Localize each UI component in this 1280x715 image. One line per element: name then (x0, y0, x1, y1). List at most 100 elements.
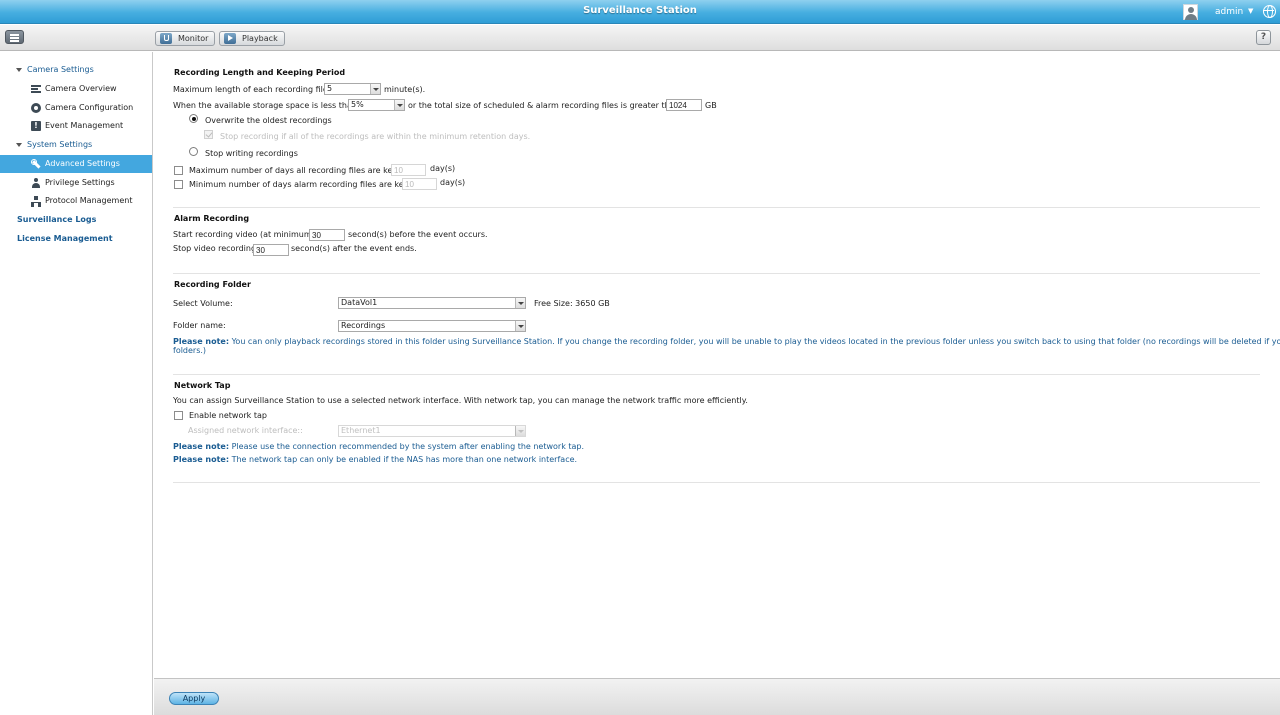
play-icon (224, 33, 236, 44)
sidebar-item-protocol-management[interactable]: Protocol Management (0, 192, 152, 210)
chevron-down-icon (394, 100, 404, 110)
storage-threshold-value: 5% (351, 100, 364, 109)
max-days-unit: day(s) (430, 164, 456, 173)
assigned-interface-label: Assigned network interface:: (188, 426, 303, 435)
main-menu-button[interactable] (5, 30, 24, 44)
note-text: The network tap can only be enabled if t… (231, 455, 578, 464)
folder-name-value: Recordings (341, 321, 386, 330)
wrench-icon (31, 159, 41, 169)
stop-writing-radio[interactable] (189, 147, 198, 156)
sidebar-item-label: Event Management (45, 121, 124, 130)
note-label: Please note: (173, 455, 230, 464)
max-days-label: Maximum number of days all recording fil… (189, 166, 401, 175)
network-icon (31, 196, 41, 207)
alarm-start-input[interactable] (309, 229, 345, 241)
monitor-icon (160, 33, 172, 44)
volume-value: DataVol1 (341, 298, 378, 307)
sidebar-item-label: License Management (17, 234, 113, 243)
monitor-button-label: Monitor (178, 34, 209, 43)
assigned-interface-value: Ethernet1 (341, 426, 381, 435)
sidebar-item-advanced-settings[interactable]: Advanced Settings (0, 155, 152, 173)
toolbar: Monitor Playback ? (0, 25, 1280, 51)
min-days-input[interactable] (402, 178, 437, 190)
total-size-input[interactable] (666, 99, 702, 111)
sidebar-item-camera-overview[interactable]: Camera Overview (0, 80, 152, 98)
playback-button[interactable]: Playback (219, 31, 285, 46)
section-divider (173, 207, 1260, 208)
note-label: Please note: (173, 337, 230, 346)
expand-triangle-icon (16, 68, 22, 72)
max-length-value: 5 (327, 84, 333, 93)
section-title-alarm-recording: Alarm Recording (174, 214, 250, 223)
stop-if-retention-checkbox[interactable] (204, 130, 213, 139)
stop-writing-label: Stop writing recordings (205, 149, 298, 158)
user-name[interactable]: admin (1215, 7, 1243, 17)
sidebar-item-label: Protocol Management (45, 196, 133, 205)
user-menu-caret-icon[interactable]: ▼ (1248, 7, 1253, 15)
section-divider (173, 482, 1260, 483)
window-title: Surveillance Station (583, 5, 697, 16)
sidebar-item-system-settings[interactable]: System Settings (0, 136, 152, 154)
select-volume-label: Select Volume: (173, 299, 233, 308)
note-text: Please use the connection recommended by… (231, 442, 585, 451)
chevron-down-icon (515, 321, 525, 331)
language-globe-icon[interactable] (1263, 5, 1276, 18)
recording-folder-note: Please note: You can only playback recor… (173, 337, 1280, 346)
monitor-button[interactable]: Monitor (155, 31, 215, 46)
sidebar-item-camera-settings[interactable]: Camera Settings (0, 61, 152, 79)
section-divider (173, 374, 1260, 375)
storage-threshold-select[interactable]: 5% (348, 99, 405, 111)
recording-folder-note-cont: folders.) (173, 346, 207, 355)
max-days-input[interactable] (391, 164, 426, 176)
alert-icon (31, 117, 41, 135)
min-days-checkbox[interactable] (174, 180, 183, 189)
user-icon (31, 178, 41, 188)
camera-icon (31, 103, 41, 113)
chevron-down-icon (515, 298, 525, 308)
enable-network-tap-label: Enable network tap (189, 411, 267, 420)
help-button[interactable]: ? (1256, 30, 1271, 45)
alarm-stop-label: Stop video recording (173, 244, 257, 253)
sidebar-item-label: Advanced Settings (45, 159, 120, 168)
overwrite-oldest-label: Overwrite the oldest recordings (205, 116, 332, 125)
sidebar-item-license-management[interactable]: License Management (0, 230, 152, 248)
sidebar-item-label: Surveillance Logs (17, 215, 97, 224)
folder-name-select[interactable]: Recordings (338, 320, 526, 332)
max-length-select[interactable]: 5 (324, 83, 381, 95)
assigned-interface-select[interactable]: Ethernet1 (338, 425, 526, 437)
chevron-down-icon (515, 426, 525, 436)
sidebar-item-privilege-settings[interactable]: Privilege Settings (0, 174, 152, 192)
network-tap-note-1: Please note: Please use the connection r… (173, 442, 584, 451)
min-days-unit: day(s) (440, 178, 466, 187)
sidebar-item-surveillance-logs[interactable]: Surveillance Logs (0, 211, 152, 229)
section-divider (173, 273, 1260, 274)
enable-network-tap-checkbox[interactable] (174, 411, 183, 420)
list-icon (31, 84, 41, 94)
sidebar-item-label: Camera Settings (27, 65, 94, 74)
max-length-label: Maximum length of each recording file: (173, 85, 331, 94)
alarm-stop-input[interactable] (253, 244, 289, 256)
max-days-checkbox[interactable] (174, 166, 183, 175)
note-label: Please note: (173, 442, 230, 451)
bottom-bar: Apply (154, 678, 1280, 715)
stop-if-retention-label: Stop recording if all of the recordings … (220, 132, 531, 141)
alarm-start-unit: second(s) before the event occurs. (348, 230, 488, 239)
section-title-network-tap: Network Tap (174, 381, 231, 390)
alarm-stop-unit: second(s) after the event ends. (291, 244, 417, 253)
title-bar: Surveillance Station admin ▼ (0, 0, 1280, 24)
note-text: You can only playback recordings stored … (231, 337, 1280, 346)
max-length-unit: minute(s). (384, 85, 426, 94)
apply-button[interactable]: Apply (169, 692, 219, 705)
user-avatar-icon[interactable] (1183, 4, 1198, 20)
total-size-unit: GB (705, 101, 717, 110)
network-tap-note-2: Please note: The network tap can only be… (173, 455, 577, 464)
min-days-label: Minimum number of days alarm recording f… (189, 180, 412, 189)
overwrite-oldest-radio[interactable] (189, 114, 198, 123)
folder-name-label: Folder name: (173, 321, 226, 330)
chevron-down-icon (370, 84, 380, 94)
playback-button-label: Playback (242, 34, 278, 43)
sidebar-item-camera-configuration[interactable]: Camera Configuration (0, 99, 152, 117)
volume-select[interactable]: DataVol1 (338, 297, 526, 309)
network-tap-description: You can assign Surveillance Station to u… (173, 396, 748, 405)
sidebar-item-event-management[interactable]: Event Management (0, 117, 152, 135)
